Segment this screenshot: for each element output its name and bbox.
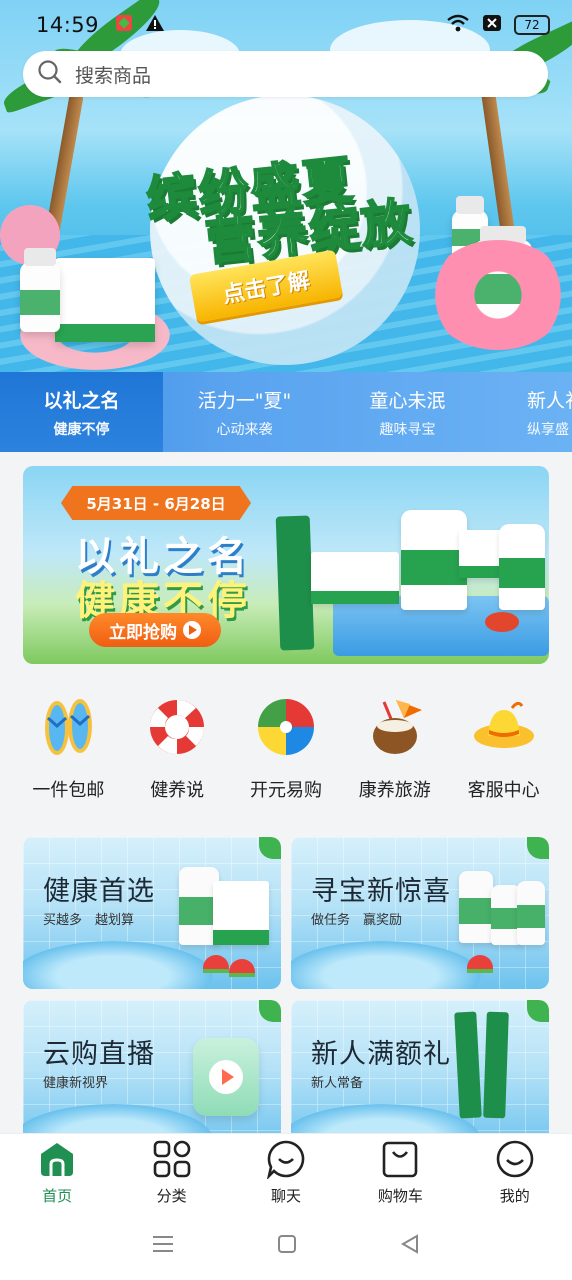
home-square-icon[interactable] xyxy=(277,1234,297,1258)
card-title: 健康首选 xyxy=(43,876,155,907)
battery-indicator: 72 xyxy=(514,15,550,35)
tab-subtitle: 心动来袭 xyxy=(216,421,273,438)
tab-newcomer[interactable]: 新人礼 纵享盛 xyxy=(489,372,572,452)
status-bar: 14:59 72 xyxy=(0,0,572,50)
quick-label: 康养旅游 xyxy=(358,780,431,801)
toothpaste-tube xyxy=(483,1011,509,1119)
buy-now-button[interactable]: 立即抢购 xyxy=(89,613,221,647)
search-icon xyxy=(37,59,63,89)
play-video-icon xyxy=(193,1038,259,1116)
app-notification-icon xyxy=(113,12,135,39)
quick-entry-row: 一件包邮 健养说 开元易购 康养旅游 客服中心 xyxy=(0,694,572,814)
card-health-choice[interactable]: 健康首选 买越多 越划算 xyxy=(23,837,281,989)
wifi-icon xyxy=(446,13,470,38)
card-subtitle: 健康新视界 xyxy=(43,1076,109,1091)
card-title: 新人满额礼 xyxy=(311,1039,451,1070)
nav-label: 我的 xyxy=(499,1187,530,1205)
profile-smile-icon xyxy=(495,1139,535,1179)
beach-ball-icon xyxy=(253,694,319,760)
tab-title: 童心未泯 xyxy=(369,389,446,412)
card-subtitle: 新人常备 xyxy=(311,1076,364,1091)
bottom-navigation: 首页 分类 聊天 购物车 我的 xyxy=(0,1133,572,1211)
product-box xyxy=(311,552,399,604)
product-box xyxy=(55,258,155,342)
nav-profile[interactable]: 我的 xyxy=(465,1139,565,1206)
search-bar[interactable]: 搜索商品 xyxy=(23,51,548,97)
promo-date: 5月31日 - 6月28日 xyxy=(61,486,251,520)
quick-free-shipping[interactable]: 一件包邮 xyxy=(18,694,118,814)
product-bottle xyxy=(499,524,545,610)
card-subtitle: 做任务 赢奖励 xyxy=(311,913,403,928)
menu-icon[interactable] xyxy=(152,1234,174,1258)
quick-label: 健养说 xyxy=(150,780,205,801)
nav-chat[interactable]: 聊天 xyxy=(236,1139,336,1206)
card-title: 云购直播 xyxy=(43,1039,155,1070)
nav-home[interactable]: 首页 xyxy=(7,1139,107,1206)
tab-subtitle: 健康不停 xyxy=(53,421,110,438)
chat-icon xyxy=(266,1139,306,1179)
search-placeholder: 搜索商品 xyxy=(75,64,152,87)
card-newcomer-gift[interactable]: 新人满额礼 新人常备 xyxy=(291,1000,549,1152)
product-bottle xyxy=(517,881,545,945)
quick-customer-service[interactable]: 客服中心 xyxy=(454,694,554,814)
tab-kids[interactable]: 童心未泯 趣味寻宝 xyxy=(326,372,489,452)
product-bottle xyxy=(459,871,493,943)
life-ring-icon xyxy=(144,694,210,760)
promo-banner[interactable]: 5月31日 - 6月28日 以礼之名 健康不停 立即抢购 xyxy=(23,466,549,664)
quick-kaiyuan-buy[interactable]: 开元易购 xyxy=(236,694,336,814)
home-icon xyxy=(37,1139,77,1179)
play-arrow-icon xyxy=(183,621,201,639)
quick-label: 客服中心 xyxy=(467,780,540,801)
app-page: 缤纷盛夏 营养绽放 点击了解 14:59 72 搜索商品 以礼之名 健康不停 活… xyxy=(0,0,572,1280)
status-time: 14:59 xyxy=(36,13,100,37)
grid-icon xyxy=(152,1139,192,1179)
tab-summer[interactable]: 活力一"夏" 心动来袭 xyxy=(163,372,326,452)
tab-title: 以礼之名 xyxy=(43,389,120,412)
campaign-tabs: 以礼之名 健康不停 活力一"夏" 心动来袭 童心未泯 趣味寻宝 新人礼 纵享盛 xyxy=(0,372,572,452)
crab-decoration xyxy=(485,612,519,632)
product-bottle xyxy=(20,248,60,332)
sim-off-icon xyxy=(482,13,502,37)
flamingo-float-decoration xyxy=(428,240,568,350)
warning-icon xyxy=(145,13,165,38)
tab-title: 新人礼 xyxy=(527,389,572,412)
quick-health-talk[interactable]: 健养说 xyxy=(127,694,227,814)
flip-flops-icon xyxy=(35,694,101,760)
toothpaste-tube xyxy=(275,515,315,651)
bag-icon xyxy=(380,1139,420,1179)
card-live-stream[interactable]: 云购直播 健康新视界 xyxy=(23,1000,281,1152)
back-triangle-icon[interactable] xyxy=(400,1233,420,1258)
card-treasure-hunt[interactable]: 寻宝新惊喜 做任务 赢奖励 xyxy=(291,837,549,989)
sun-hat-icon xyxy=(471,694,537,760)
quick-label: 开元易购 xyxy=(249,780,322,801)
product-bottle xyxy=(401,510,467,610)
nav-label: 首页 xyxy=(42,1187,73,1205)
card-title: 寻宝新惊喜 xyxy=(311,876,451,907)
tab-subtitle: 纵享盛 xyxy=(527,421,569,438)
nav-label: 聊天 xyxy=(270,1187,301,1205)
tab-gift[interactable]: 以礼之名 健康不停 xyxy=(0,372,163,452)
quick-label: 一件包邮 xyxy=(32,780,105,801)
product-box xyxy=(213,881,269,945)
nav-cart[interactable]: 购物车 xyxy=(350,1139,450,1206)
system-navigation-bar xyxy=(0,1211,572,1280)
nav-category[interactable]: 分类 xyxy=(122,1139,222,1206)
buy-now-label: 立即抢购 xyxy=(109,622,177,643)
coconut-drink-icon xyxy=(362,694,428,760)
quick-wellness-travel[interactable]: 康养旅游 xyxy=(345,694,445,814)
nav-label: 购物车 xyxy=(377,1187,423,1205)
tab-title: 活力一"夏" xyxy=(197,389,292,412)
card-subtitle: 买越多 越划算 xyxy=(43,913,135,928)
nav-label: 分类 xyxy=(156,1187,187,1205)
tab-subtitle: 趣味寻宝 xyxy=(379,421,436,438)
